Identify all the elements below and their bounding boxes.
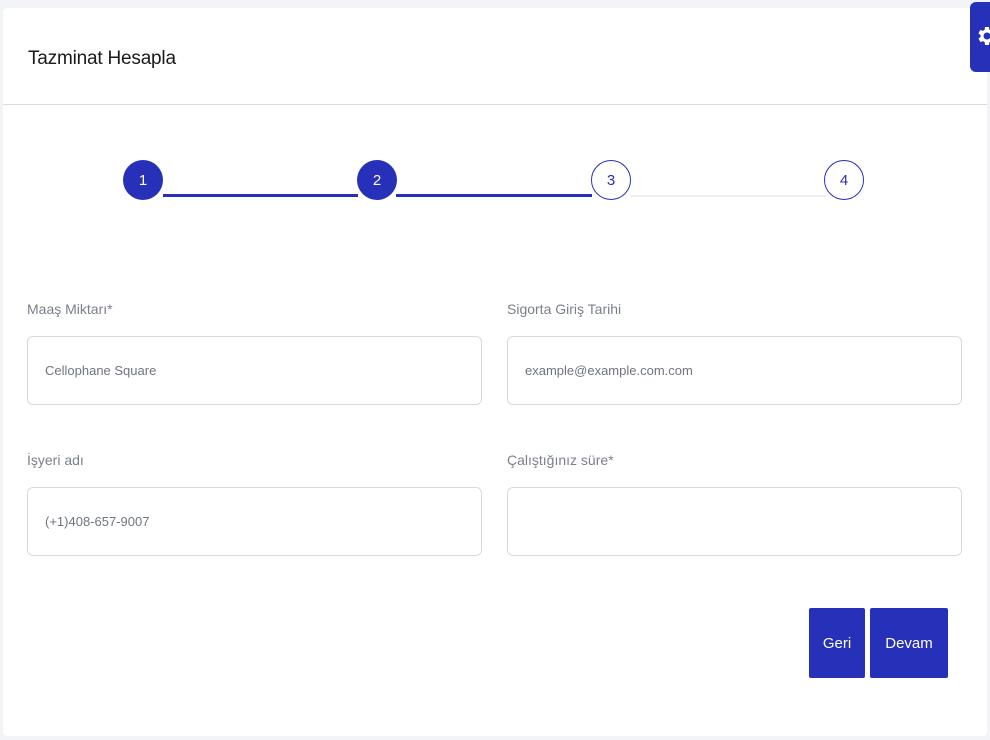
insurance-date-label: Sigorta Giriş Tarihi xyxy=(507,301,622,317)
duration-input[interactable] xyxy=(507,487,962,556)
step-4[interactable]: 4 xyxy=(824,160,864,200)
step-3-label: 3 xyxy=(606,171,616,189)
step-2-label: 2 xyxy=(372,171,382,189)
workplace-input[interactable] xyxy=(27,487,482,556)
workplace-label: İşyeri adı xyxy=(27,452,84,468)
step-connector-1-2 xyxy=(163,194,358,197)
salary-input[interactable] xyxy=(27,336,482,405)
page-title: Tazminat Hesapla xyxy=(28,48,176,69)
step-connector-3-4 xyxy=(630,195,826,197)
step-3[interactable]: 3 xyxy=(591,160,631,200)
next-button[interactable]: Devam xyxy=(870,608,948,678)
salary-label: Maaş Miktarı* xyxy=(27,301,113,317)
settings-button[interactable] xyxy=(970,2,990,72)
card-header: Tazminat Hesapla xyxy=(3,8,987,105)
duration-label: Çalıştığınız süre* xyxy=(507,452,614,468)
step-1[interactable]: 1 xyxy=(123,160,163,200)
gear-icon xyxy=(978,27,990,45)
back-button[interactable]: Geri xyxy=(809,608,865,678)
step-4-label: 4 xyxy=(839,171,849,189)
step-2[interactable]: 2 xyxy=(357,160,397,200)
step-connector-2-3 xyxy=(396,194,592,197)
insurance-date-input[interactable] xyxy=(507,336,962,405)
step-1-label: 1 xyxy=(138,171,148,189)
